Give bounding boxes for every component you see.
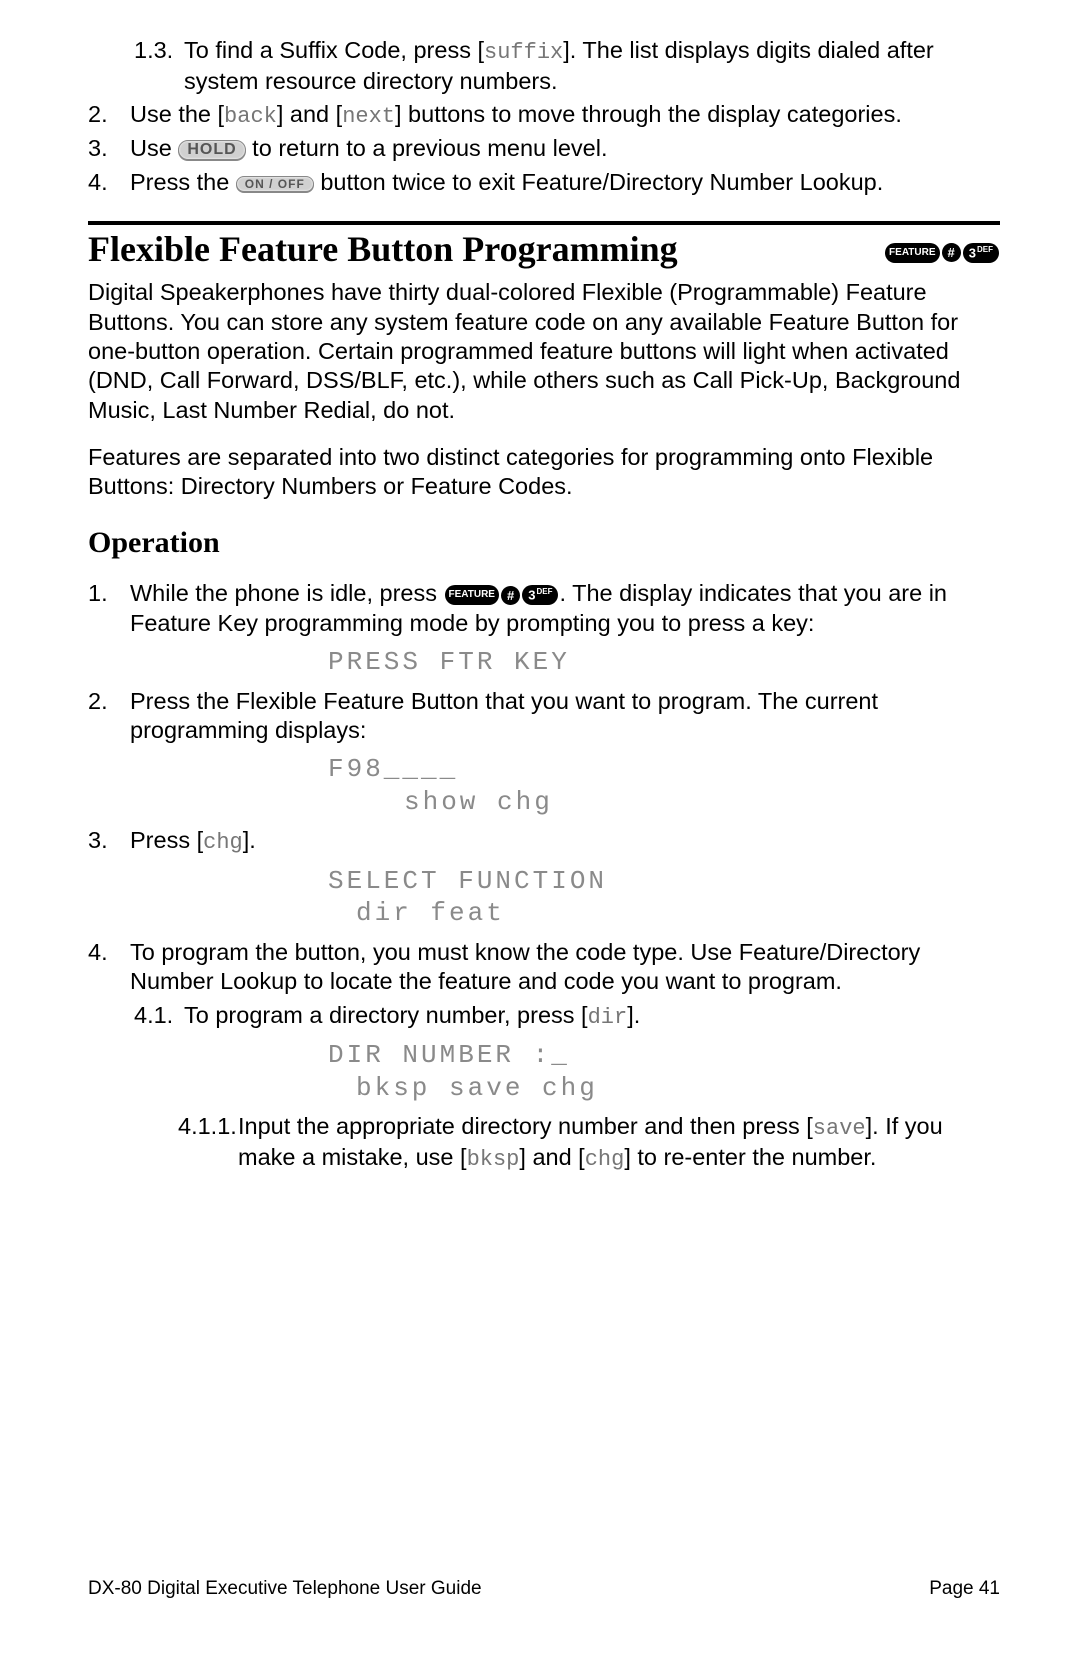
- softkey-suffix: suffix: [484, 40, 563, 65]
- step-text: To program a directory number, press [di…: [184, 1001, 1000, 1032]
- step-number: 2.: [88, 687, 130, 746]
- three-key-icon: 3DEF: [963, 243, 999, 262]
- key-letters: DEF: [536, 587, 552, 596]
- text: to return to a previous menu level.: [246, 135, 608, 161]
- list-item-2: 2. Use the [back] and [next] buttons to …: [88, 100, 1000, 131]
- text: button twice to exit Feature/Directory N…: [314, 169, 884, 195]
- text: Use: [130, 135, 178, 161]
- footer-right: Page 41: [929, 1577, 1000, 1601]
- step-text: While the phone is idle, press FEATURE#3…: [130, 579, 1000, 638]
- lcd-line: PRESS FTR KEY: [328, 647, 570, 677]
- lcd-line: DIR NUMBER :_: [328, 1040, 570, 1070]
- section-title: Flexible Feature Button Programming: [88, 227, 678, 272]
- text: ] and [: [519, 1144, 584, 1170]
- text: Use the [: [130, 101, 224, 127]
- lcd-line: dir feat: [328, 897, 1000, 930]
- hash-key-icon: #: [501, 586, 520, 605]
- list-number: 2.: [88, 100, 130, 131]
- page-content: 1.3. To find a Suffix Code, press [suffi…: [88, 36, 1000, 1173]
- step-text: Press the Flexible Feature Button that y…: [130, 687, 1000, 746]
- step-number: 4.1.1.: [178, 1112, 238, 1173]
- text: Press the: [130, 169, 236, 195]
- lcd-display: PRESS FTR KEY: [328, 646, 1000, 679]
- key-digit: 3: [969, 246, 976, 261]
- step-text: To program the button, you must know the…: [130, 938, 1000, 997]
- keycap-group: FEATURE#3DEF: [884, 227, 1000, 272]
- lcd-line: show chg: [328, 786, 1000, 819]
- lcd-line: F98____: [328, 754, 458, 784]
- key-digit: 3: [528, 588, 535, 603]
- step-2: 2. Press the Flexible Feature Button tha…: [88, 687, 1000, 746]
- text: ] buttons to move through the display ca…: [395, 101, 902, 127]
- text: To find a Suffix Code, press [: [184, 37, 484, 63]
- operation-heading: Operation: [88, 524, 1000, 562]
- list-item-1-3: 1.3. To find a Suffix Code, press [suffi…: [88, 36, 1000, 96]
- lcd-line: bksp save chg: [328, 1072, 1000, 1105]
- hold-button-icon: HOLD: [178, 140, 245, 160]
- list-text: Use HOLD to return to a previous menu le…: [130, 134, 1000, 163]
- list-item-4: 4. Press the ON / OFF button twice to ex…: [88, 168, 1000, 197]
- lcd-line: SELECT FUNCTION: [328, 866, 607, 896]
- text: ] and [: [277, 101, 342, 127]
- list-item-3: 3. Use HOLD to return to a previous menu…: [88, 134, 1000, 163]
- page-footer: DX-80 Digital Executive Telephone User G…: [88, 1577, 1000, 1601]
- list-text: Use the [back] and [next] buttons to mov…: [130, 100, 1000, 131]
- softkey-dir: dir: [588, 1005, 628, 1030]
- step-number: 4.1.: [134, 1001, 184, 1032]
- softkey-chg: chg: [203, 830, 243, 855]
- text: Input the appropriate directory number a…: [238, 1113, 813, 1139]
- three-key-icon: 3DEF: [522, 585, 558, 604]
- list-number: 3.: [88, 134, 130, 163]
- list-number: 1.3.: [134, 36, 184, 96]
- text: ].: [243, 827, 256, 853]
- step-3: 3. Press [chg].: [88, 826, 1000, 857]
- text: Press [: [130, 827, 203, 853]
- step-number: 4.: [88, 938, 130, 997]
- footer-left: DX-80 Digital Executive Telephone User G…: [88, 1577, 482, 1601]
- hash-key-icon: #: [942, 243, 961, 262]
- lcd-display: SELECT FUNCTION dir feat: [328, 865, 1000, 930]
- feature-key-icon: FEATURE: [885, 243, 939, 263]
- key-letters: DEF: [977, 245, 993, 254]
- text: To program a directory number, press [: [184, 1002, 588, 1028]
- softkey-chg: chg: [585, 1147, 625, 1172]
- lcd-display: DIR NUMBER :_ bksp save chg: [328, 1039, 1000, 1104]
- section-heading: Flexible Feature Button Programming FEAT…: [88, 227, 1000, 272]
- feature-key-icon: FEATURE: [445, 585, 499, 605]
- step-4-1-1: 4.1.1. Input the appropriate directory n…: [88, 1112, 1000, 1173]
- step-4-1: 4.1. To program a directory number, pres…: [88, 1001, 1000, 1032]
- list-number: 4.: [88, 168, 130, 197]
- section-paragraph-1: Digital Speakerphones have thirty dual-c…: [88, 278, 1000, 425]
- list-text: Press the ON / OFF button twice to exit …: [130, 168, 1000, 197]
- step-4: 4. To program the button, you must know …: [88, 938, 1000, 997]
- step-text: Input the appropriate directory number a…: [238, 1112, 1000, 1173]
- text: ].: [627, 1002, 640, 1028]
- softkey-next: next: [342, 104, 395, 129]
- text: ] to re-enter the number.: [624, 1144, 876, 1170]
- keycap-group: FEATURE#3DEF: [444, 580, 560, 606]
- step-1: 1. While the phone is idle, press FEATUR…: [88, 579, 1000, 638]
- softkey-save: save: [813, 1116, 866, 1141]
- text: While the phone is idle, press: [130, 580, 444, 606]
- section-rule: [88, 221, 1000, 225]
- softkey-back: back: [224, 104, 277, 129]
- step-text: Press [chg].: [130, 826, 1000, 857]
- softkey-bksp: bksp: [467, 1147, 520, 1172]
- step-number: 1.: [88, 579, 130, 638]
- list-text: To find a Suffix Code, press [suffix]. T…: [184, 36, 1000, 96]
- step-number: 3.: [88, 826, 130, 857]
- lcd-display: F98____ show chg: [328, 753, 1000, 818]
- section-paragraph-2: Features are separated into two distinct…: [88, 443, 1000, 502]
- onoff-button-icon: ON / OFF: [236, 176, 314, 192]
